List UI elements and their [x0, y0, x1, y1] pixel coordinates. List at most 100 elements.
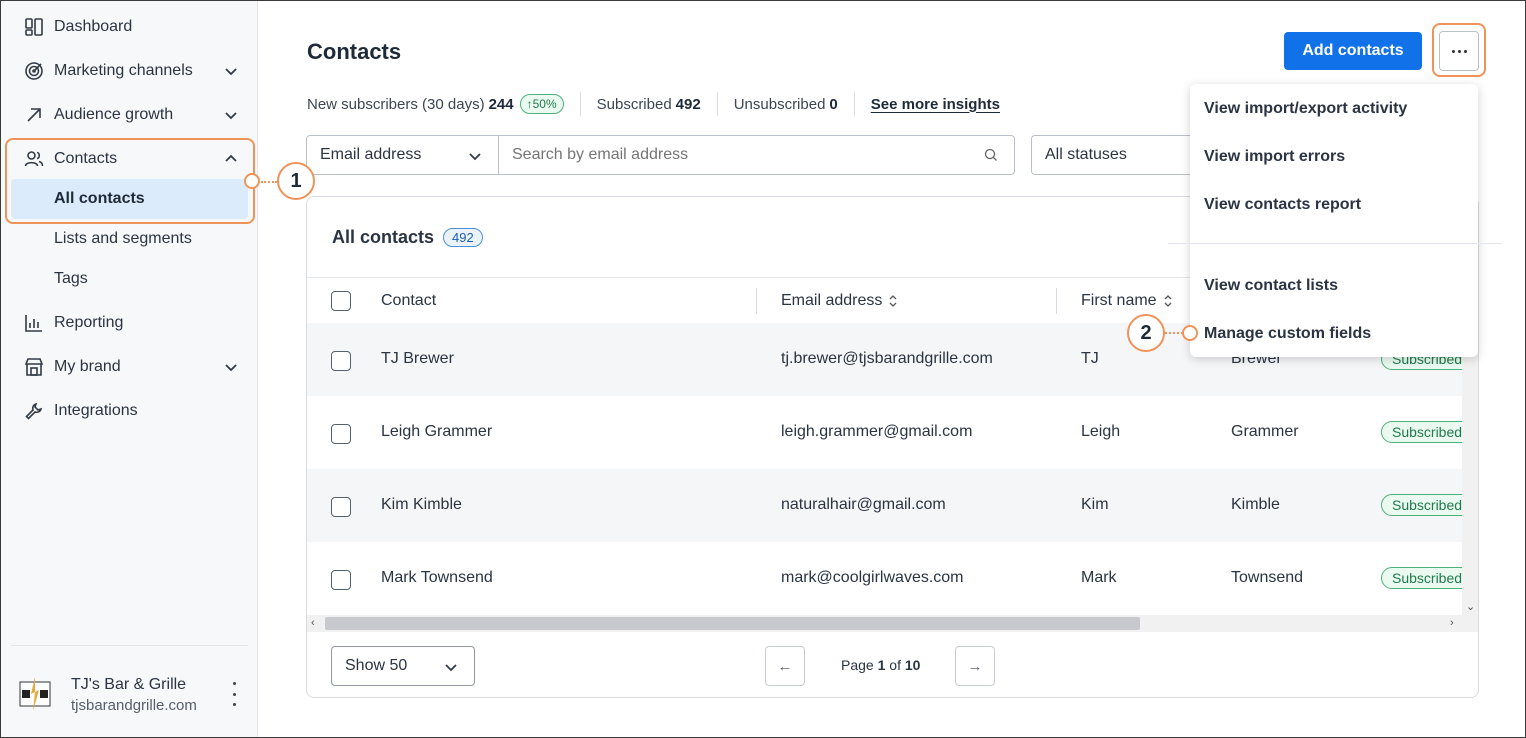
menu-item-import-errors[interactable]: View import errors [1204, 148, 1345, 166]
sidebar-item-integrations[interactable]: Integrations [1, 389, 258, 433]
add-contacts-button[interactable]: Add contacts [1284, 32, 1422, 70]
sidebar-item-label: Dashboard [54, 18, 133, 35]
scroll-right-icon[interactable]: › [1450, 617, 1454, 629]
sidebar: Dashboard Marketing channels Audience gr… [1, 1, 258, 737]
cell-first-name: Mark [1081, 569, 1117, 586]
page-prefix: Page [841, 657, 874, 673]
cell-email: leigh.grammer@gmail.com [781, 423, 973, 440]
cell-contact[interactable]: Leigh Grammer [381, 423, 492, 441]
target-icon [23, 60, 45, 82]
search-field-select[interactable]: Email address [306, 135, 499, 175]
sidebar-item-reporting[interactable]: Reporting [1, 301, 258, 345]
table-row[interactable]: Mark Townsend mark@coolgirlwaves.com Mar… [307, 542, 1478, 615]
callout-2-marker: 2 [1127, 314, 1165, 352]
cell-last-name: Kimble [1231, 496, 1280, 513]
table-row[interactable]: Leigh Grammer leigh.grammer@gmail.com Le… [307, 396, 1478, 469]
callout-1-anchor [244, 173, 260, 189]
vertical-scrollbar[interactable]: ⌄ [1462, 323, 1478, 615]
chevron-down-icon [445, 664, 457, 672]
menu-item-contacts-report[interactable]: View contacts report [1204, 196, 1361, 214]
row-checkbox[interactable] [331, 351, 351, 371]
sidebar-item-contacts[interactable]: Contacts [1, 137, 258, 181]
stat-unsubscribed-label: Unsubscribed [733, 95, 826, 113]
chevron-down-icon [224, 64, 238, 78]
column-header-first-name[interactable]: First name [1081, 292, 1173, 310]
sidebar-subitem-all-contacts[interactable]: All contacts [11, 179, 248, 219]
page-of: of [889, 657, 901, 673]
horizontal-scrollbar-thumb[interactable] [325, 617, 1140, 630]
dashboard-icon [23, 16, 45, 38]
arrow-right-icon: → [967, 657, 983, 675]
page-size-select[interactable]: Show 50 [331, 646, 475, 686]
stat-new-label: New subscribers (30 days) [307, 95, 485, 113]
menu-item-contact-lists[interactable]: View contact lists [1204, 277, 1338, 295]
sidebar-item-label: Reporting [54, 314, 124, 331]
search-icon [984, 148, 997, 161]
previous-page-button[interactable]: ← [765, 646, 805, 686]
sidebar-item-label: Contacts [54, 150, 118, 167]
more-actions-button[interactable] [1439, 31, 1479, 71]
account-switcher[interactable]: TJ's Bar & Grille tjsbarandgrille.com [11, 645, 248, 737]
page-indicator: Page 1 of 10 [841, 657, 920, 673]
search-input[interactable] [498, 135, 1015, 175]
chevron-down-icon [469, 153, 481, 161]
select-all-checkbox[interactable] [331, 291, 351, 311]
cell-contact[interactable]: Kim Kimble [381, 496, 462, 514]
status-badge: Subscribed [1381, 494, 1474, 516]
people-icon [23, 148, 45, 170]
trend-badge: ↑50% [519, 94, 564, 114]
brand-url: tjsbarandgrille.com [71, 697, 197, 714]
sidebar-item-audience-growth[interactable]: Audience growth [1, 93, 258, 137]
sidebar-item-marketing-channels[interactable]: Marketing channels [1, 49, 258, 93]
stats-bar: New subscribers (30 days) 244 ↑50% Subsc… [307, 92, 1000, 116]
cell-contact[interactable]: Mark Townsend [381, 569, 493, 587]
column-header-email[interactable]: Email address [781, 292, 898, 310]
row-checkbox[interactable] [331, 497, 351, 517]
more-horizontal-icon [1451, 49, 1455, 53]
search-field-value: Email address [320, 146, 422, 163]
status-badge: Subscribed [1381, 421, 1474, 443]
sidebar-item-label: My brand [54, 358, 121, 375]
horizontal-scrollbar[interactable]: ‹ › [307, 615, 1478, 632]
menu-item-manage-custom-fields[interactable]: Manage custom fields [1204, 325, 1371, 343]
callout-1-line [261, 181, 277, 183]
page-current: 1 [877, 657, 886, 673]
page-total: 10 [904, 657, 921, 673]
see-more-insights-link[interactable]: See more insights [871, 96, 1000, 113]
page-title: Contacts [307, 39, 402, 64]
more-vertical-icon[interactable] [225, 682, 243, 706]
scroll-left-icon[interactable]: ‹ [311, 617, 315, 629]
sidebar-subitem-tags[interactable]: Tags [54, 270, 88, 288]
callout-1-marker: 1 [277, 162, 315, 200]
callout-2-line [1165, 332, 1183, 334]
row-checkbox[interactable] [331, 424, 351, 444]
status-badge: Subscribed [1381, 567, 1474, 589]
status-filter-select[interactable]: All statuses [1031, 135, 1201, 175]
column-header-contact[interactable]: Contact [381, 292, 436, 310]
chevron-down-icon [224, 360, 238, 374]
sidebar-subitem-lists-and-segments[interactable]: Lists and segments [54, 230, 192, 248]
row-checkbox[interactable] [331, 570, 351, 590]
sidebar-item-dashboard[interactable]: Dashboard [1, 5, 258, 49]
cell-email: naturalhair@gmail.com [781, 496, 946, 513]
callout-2-anchor [1182, 325, 1198, 341]
menu-divider [1168, 243, 1502, 244]
scroll-down-icon[interactable]: ⌄ [1466, 600, 1475, 613]
next-page-button[interactable]: → [955, 646, 995, 686]
table-title: All contacts 492 [332, 227, 483, 248]
cell-first-name: TJ [1081, 350, 1099, 367]
sort-icon [889, 295, 897, 307]
cell-last-name: Grammer [1231, 423, 1299, 440]
contacts-count-badge: 492 [443, 228, 483, 247]
stat-unsubscribed-value: 0 [829, 95, 838, 113]
sidebar-item-label: Audience growth [54, 106, 174, 123]
menu-item-import-export-activity[interactable]: View import/export activity [1204, 100, 1407, 118]
app-frame: Dashboard Marketing channels Audience gr… [0, 0, 1526, 738]
sidebar-item-label: Marketing channels [54, 62, 193, 79]
arrow-left-icon: ← [777, 657, 793, 675]
sidebar-item-my-brand[interactable]: My brand [1, 345, 258, 389]
cell-contact[interactable]: TJ Brewer [381, 350, 454, 368]
cell-email: tj.brewer@tjsbarandgrille.com [781, 350, 993, 367]
chart-icon [23, 312, 45, 334]
table-row[interactable]: Kim Kimble naturalhair@gmail.com Kim Kim… [307, 469, 1478, 542]
